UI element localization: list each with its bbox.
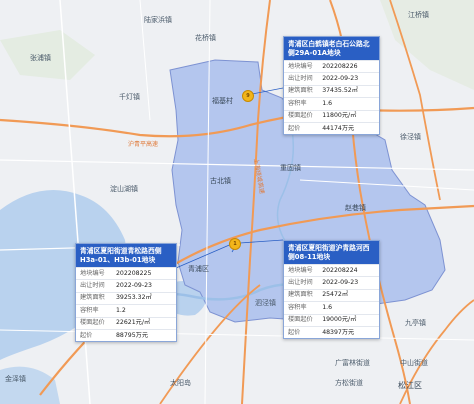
land-marker-1[interactable]: 1 — [229, 238, 241, 250]
card-row: 出让时间 2022-09-23 — [76, 279, 176, 293]
land-info-card-2[interactable]: 青浦区夏阳街道青松路西侧H3a-01、H3b-01地块 地块编号 20220822… — [75, 243, 177, 343]
card-key: 建筑面积 — [284, 84, 319, 98]
card-value: 88795万元 — [112, 328, 176, 342]
card-key: 建筑面积 — [76, 291, 112, 305]
place-label-zhangpu: 张浦镇 — [30, 54, 51, 62]
card-value: 37435.52㎡ — [318, 84, 379, 98]
card-value: 202208225 — [112, 266, 176, 280]
card-key: 地块编号 — [76, 266, 112, 280]
card-value: 22621元/㎡ — [112, 316, 176, 330]
card-key: 楼面起价 — [284, 313, 319, 327]
card-value: 25472㎡ — [318, 288, 379, 302]
place-label-lujiayu: 陆家浜镇 — [144, 16, 172, 24]
card-row: 地块编号 202208225 — [76, 266, 176, 280]
card-row: 地块编号 202208226 — [284, 59, 379, 73]
card-value: 39253.32㎡ — [112, 291, 176, 305]
card-row: 容积率 1.6 — [284, 97, 379, 111]
place-label-fuhua-village: 福基村 — [212, 97, 233, 105]
card-value: 48397万元 — [318, 325, 379, 339]
place-label-zhaoxiang: 赵巷镇 — [345, 204, 366, 212]
card-key: 容积率 — [284, 301, 319, 315]
card-row: 出让时间 2022-09-23 — [284, 72, 379, 86]
card-row: 地块编号 202208224 — [284, 263, 379, 277]
place-label-zhongshan: 中山街道 — [400, 359, 428, 367]
land-info-card-3[interactable]: 青浦区夏阳街道沪青路河西侧08-11地块 地块编号 202208224 出让时间 2… — [283, 240, 380, 340]
place-label-huaqiao: 花桥镇 — [195, 34, 216, 42]
place-label-guangfu: 广富林街道 — [335, 359, 370, 367]
card-row: 容积率 1.6 — [284, 301, 379, 315]
card-value: 2022-09-23 — [112, 279, 176, 293]
card-row: 建筑面积 37435.52㎡ — [284, 84, 379, 98]
card-key: 起价 — [284, 121, 319, 135]
place-label-qiandeng: 千灯镇 — [119, 93, 140, 101]
card-value: 1.6 — [318, 97, 379, 111]
card-value: 11800元/㎡ — [318, 109, 379, 123]
card-row: 楼面起价 22621元/㎡ — [76, 316, 176, 330]
card-value: 202208226 — [318, 59, 379, 73]
card-title: 青浦区夏阳街道沪青路河西侧08-11地块 — [284, 241, 379, 264]
place-label-songjiang: 松江区 — [398, 381, 422, 390]
card-key: 容积率 — [76, 304, 112, 318]
place-label-xujing: 徐泾镇 — [400, 133, 421, 141]
card-value: 19000元/㎡ — [318, 313, 379, 327]
card-key: 容积率 — [284, 97, 319, 111]
card-key: 起价 — [284, 325, 319, 339]
card-row: 起价 88795万元 — [76, 328, 176, 342]
card-key: 地块编号 — [284, 59, 319, 73]
card-title: 青浦区白鹤镇老白石公路北侧29A-01A地块 — [284, 37, 379, 60]
card-row: 起价 48397万元 — [284, 325, 379, 339]
card-value: 44174万元 — [318, 121, 379, 135]
place-label-jinze: 金泽镇 — [5, 375, 26, 383]
place-label-fangsong: 方松街道 — [335, 379, 363, 387]
place-label-qingpu: 青浦区 — [188, 265, 209, 273]
card-key: 起价 — [76, 328, 112, 342]
card-row: 建筑面积 25472㎡ — [284, 288, 379, 302]
card-key: 建筑面积 — [284, 288, 319, 302]
card-key: 地块编号 — [284, 263, 319, 277]
map-canvas[interactable] — [0, 0, 474, 404]
card-value: 1.2 — [112, 304, 176, 318]
card-value: 2022-09-23 — [318, 276, 379, 290]
card-value: 2022-09-23 — [318, 72, 379, 86]
card-row: 出让时间 2022-09-23 — [284, 276, 379, 290]
card-value: 1.6 — [318, 301, 379, 315]
card-row: 楼面起价 19000元/㎡ — [284, 313, 379, 327]
card-key: 出让时间 — [76, 279, 112, 293]
place-label-gubei: 古北镇 — [210, 177, 231, 185]
card-row: 容积率 1.2 — [76, 304, 176, 318]
place-label-taiyangdao: 太阳岛 — [170, 379, 191, 387]
place-label-jiangqiao: 江桥镇 — [408, 11, 429, 19]
card-title: 青浦区夏阳街道青松路西侧H3a-01、H3b-01地块 — [76, 244, 176, 267]
place-label-sijing: 泗泾镇 — [255, 299, 276, 307]
land-info-card-1[interactable]: 青浦区白鹤镇老白石公路北侧29A-01A地块 地块编号 202208226 出让时… — [283, 36, 380, 136]
card-key: 楼面起价 — [284, 109, 319, 123]
place-label-jiuting: 九亭镇 — [405, 319, 426, 327]
land-marker-9[interactable]: 9 — [242, 90, 254, 102]
card-key: 出让时间 — [284, 72, 319, 86]
place-label-chonggu: 重固镇 — [280, 164, 301, 172]
card-key: 出让时间 — [284, 276, 319, 290]
card-key: 楼面起价 — [76, 316, 112, 330]
card-row: 起价 44174万元 — [284, 121, 379, 135]
road-label-huqing: 沪青平高速 — [128, 141, 159, 148]
place-label-diandian: 淀山湖镇 — [110, 185, 138, 193]
card-row: 楼面起价 11800元/㎡ — [284, 109, 379, 123]
card-value: 202208224 — [318, 263, 379, 277]
card-row: 建筑面积 39253.32㎡ — [76, 291, 176, 305]
